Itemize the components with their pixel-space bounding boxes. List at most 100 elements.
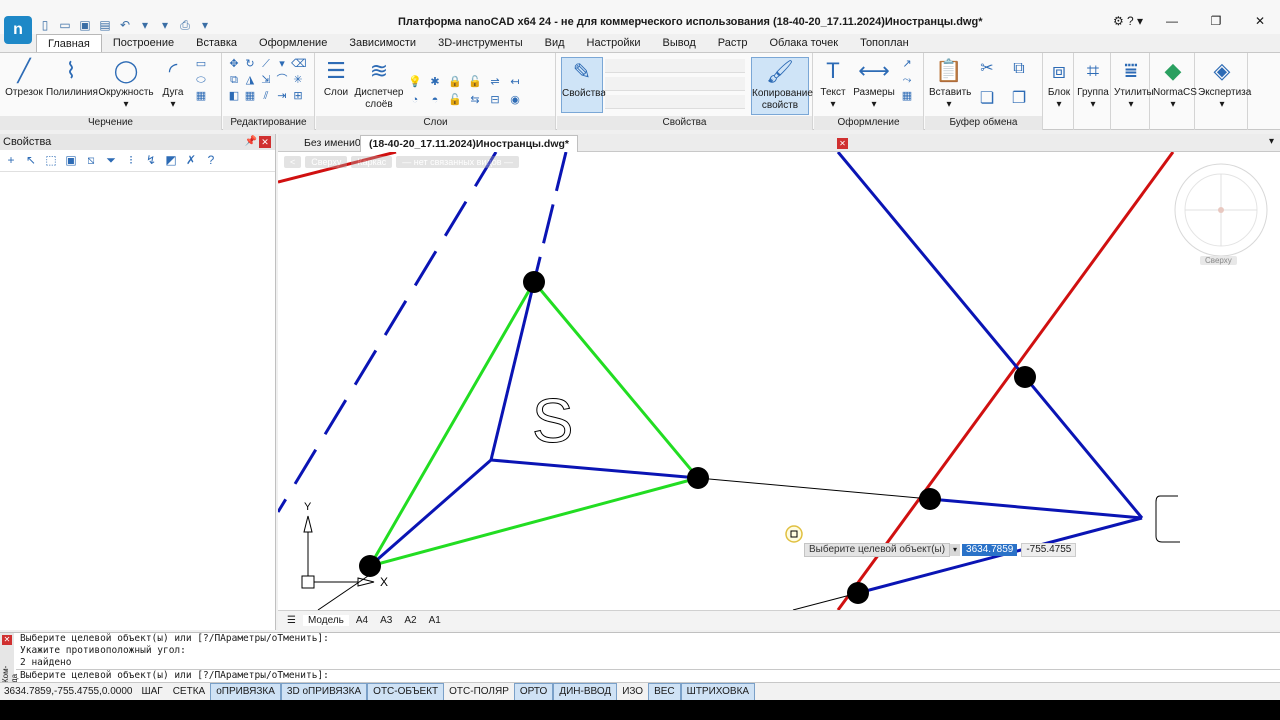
- ellipse-icon[interactable]: ⬭: [194, 73, 208, 87]
- line-tool[interactable]: ╱ Отрезок: [4, 57, 44, 99]
- paste-tool[interactable]: 📋 Вставить ▾: [929, 57, 971, 111]
- maximize-button[interactable]: ❐: [1196, 14, 1236, 28]
- help-icon[interactable]: ⚙ ? ▾: [1108, 14, 1148, 28]
- new-file-icon[interactable]: ▯: [38, 18, 52, 32]
- dimensions-tool[interactable]: ⟷ Размеры ▾: [852, 57, 896, 111]
- copy-with-base-icon[interactable]: ⧉: [1007, 57, 1031, 81]
- toggle-snap[interactable]: ШАГ: [136, 684, 167, 700]
- vertex-point[interactable]: [523, 271, 545, 293]
- dynamic-y-input[interactable]: -755.4755: [1021, 543, 1077, 557]
- group-annotation-label[interactable]: Оформление: [814, 116, 923, 130]
- lock-icon[interactable]: 🔒: [448, 75, 462, 89]
- prompt-dropdown-icon[interactable]: ▾: [950, 544, 961, 556]
- linetype-field[interactable]: [605, 77, 745, 91]
- tab-raster[interactable]: Растр: [707, 34, 759, 52]
- tab-output[interactable]: Вывод: [651, 34, 706, 52]
- select-similar-icon[interactable]: ↯: [144, 153, 158, 168]
- close-command-line-button[interactable]: ✕: [2, 635, 12, 645]
- vertex-point[interactable]: [847, 582, 869, 604]
- highlight-icon[interactable]: ◩: [164, 153, 178, 168]
- eye-icon[interactable]: ◉: [508, 93, 522, 107]
- filter-icon[interactable]: ⏷: [104, 153, 118, 168]
- multileader-icon[interactable]: ⤳: [900, 73, 914, 87]
- group-tool[interactable]: ⌗ Группа ▾: [1077, 57, 1109, 111]
- join-icon[interactable]: ⊞: [291, 89, 305, 103]
- tab-topoplan[interactable]: Топоплан: [849, 34, 920, 52]
- polyline-tool[interactable]: ⌇ Полилиния: [46, 57, 98, 99]
- toggle-polar[interactable]: ОТС-ПОЛЯР: [444, 684, 514, 700]
- properties-tool[interactable]: ✎ Свойства: [561, 57, 606, 113]
- vertex-point[interactable]: [1014, 366, 1036, 388]
- deselect-icon[interactable]: ✗: [184, 153, 198, 168]
- tab-layout-a2[interactable]: A2: [399, 615, 421, 626]
- minimize-button[interactable]: —: [1152, 14, 1192, 28]
- toggle-pickadd-icon[interactable]: ⁝: [124, 153, 138, 168]
- layer-prev-icon[interactable]: ↤: [508, 75, 522, 89]
- text-tool[interactable]: T Текст ▾: [818, 57, 848, 111]
- view-prev-button[interactable]: <: [284, 156, 302, 168]
- tab-model[interactable]: Модель: [302, 615, 349, 626]
- expertise-tool[interactable]: ◈ Экспертиза ▾: [1198, 57, 1251, 111]
- view-top-button[interactable]: Сверху: [305, 156, 348, 168]
- select-cursor-icon[interactable]: ↖: [24, 153, 38, 168]
- tab-settings[interactable]: Настройки: [576, 34, 652, 52]
- visual-style-button[interactable]: Каркас: [351, 156, 393, 168]
- group-drawing-label[interactable]: Черчение: [0, 116, 221, 130]
- leader-icon[interactable]: ↗: [900, 57, 914, 71]
- vertex-point[interactable]: [687, 467, 709, 489]
- add-selection-icon[interactable]: +: [4, 153, 18, 168]
- tab-annotate[interactable]: Оформление: [248, 34, 338, 52]
- quick-select-icon[interactable]: ⧅: [84, 153, 98, 168]
- save-icon[interactable]: ▣: [78, 18, 92, 32]
- close-doc-tab-icon[interactable]: ✕: [837, 138, 848, 149]
- layer-match-icon[interactable]: ⇌: [488, 75, 502, 89]
- trim-icon[interactable]: ⟋: [259, 57, 273, 71]
- qat-customize-icon[interactable]: ▾: [198, 18, 212, 32]
- layers-tool[interactable]: ☰ Слои: [320, 57, 352, 99]
- toggle-otrack[interactable]: ОТС-ОБЪЕКТ: [367, 682, 445, 701]
- group-layers-label[interactable]: Слои: [316, 116, 555, 130]
- toggle-hatch[interactable]: ШТРИХОВКА: [680, 682, 756, 701]
- offset-icon[interactable]: ⫽: [259, 89, 273, 103]
- erase-icon[interactable]: ⌫: [291, 57, 307, 71]
- trim-dropdown-icon[interactable]: ▾: [275, 57, 289, 71]
- layer-walk-icon[interactable]: ⊟: [488, 93, 502, 107]
- stretch-icon[interactable]: ⇲: [259, 73, 273, 87]
- tab-insert[interactable]: Вставка: [185, 34, 248, 52]
- doc-tab-untitled[interactable]: Без имени0: [296, 135, 369, 152]
- undo-dropdown-icon[interactable]: ▾: [138, 18, 152, 32]
- extend-icon[interactable]: ⇥: [275, 89, 289, 103]
- toggle-lineweight[interactable]: ВЕС: [648, 682, 681, 701]
- open-file-icon[interactable]: ▭: [58, 18, 72, 32]
- cut-icon[interactable]: ✂: [975, 57, 999, 81]
- block-tool[interactable]: ⧈ Блок ▾: [1046, 57, 1072, 111]
- tab-build[interactable]: Построение: [102, 34, 185, 52]
- bulb-icon[interactable]: 💡: [408, 75, 422, 89]
- layer-manager-tool[interactable]: ≋ Диспетчер слоёв: [354, 57, 404, 111]
- explode-icon[interactable]: ✳: [291, 73, 305, 87]
- tab-view[interactable]: Вид: [534, 34, 576, 52]
- layout-menu-icon[interactable]: ☰: [282, 615, 301, 626]
- layer-move-icon[interactable]: ⇆: [468, 93, 482, 107]
- viewcube-top-label[interactable]: Сверху: [1200, 256, 1237, 265]
- toggle-osnap[interactable]: оПРИВЯЗКА: [210, 682, 281, 701]
- tab-layout-a3[interactable]: A3: [375, 615, 397, 626]
- freeze-icon[interactable]: ✱: [428, 75, 442, 89]
- face-label-text[interactable]: S: [532, 387, 574, 457]
- print-icon[interactable]: ⎙: [178, 18, 192, 33]
- help-circle-icon[interactable]: ?: [204, 153, 218, 168]
- paste-special-icon[interactable]: ❐: [1007, 87, 1031, 111]
- lock-open-icon[interactable]: 🔓: [468, 75, 482, 89]
- select-window-icon[interactable]: ⬚: [44, 153, 58, 168]
- hatch-icon[interactable]: ▦: [194, 89, 208, 103]
- select-objects-icon[interactable]: ▣: [64, 153, 78, 168]
- toggle-ortho[interactable]: ОРТО: [513, 682, 554, 701]
- tab-3d-tools[interactable]: 3D-инструменты: [427, 34, 534, 52]
- vertex-point[interactable]: [919, 488, 941, 510]
- drawing-canvas[interactable]: Y X S < Сверху Каркас — нет связанных ви…: [278, 152, 1280, 610]
- lineweight-field[interactable]: [605, 95, 745, 109]
- tab-constraints[interactable]: Зависимости: [338, 34, 427, 52]
- tab-list-chevron-icon[interactable]: ▾: [1269, 136, 1274, 147]
- move-icon[interactable]: ✥: [227, 57, 241, 71]
- group-clipboard-label[interactable]: Буфер обмена: [925, 116, 1042, 130]
